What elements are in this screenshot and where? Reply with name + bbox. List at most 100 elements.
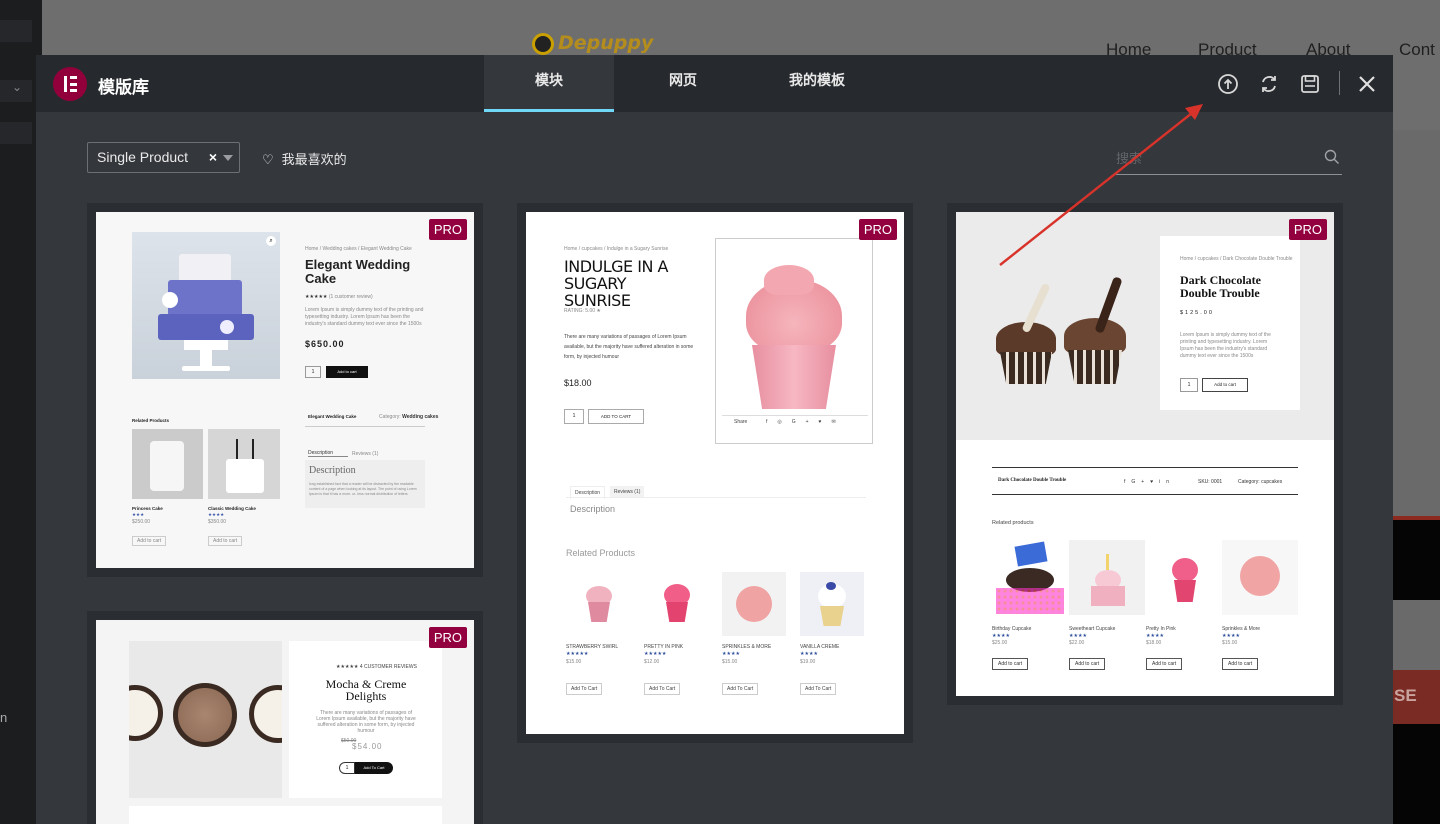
qty-input: 1 bbox=[305, 366, 321, 378]
product-title: Dark Chocolate Double Trouble bbox=[1180, 273, 1261, 300]
related-image-vanilla-creme bbox=[800, 572, 864, 636]
product-price: $650.00 bbox=[305, 339, 345, 349]
related-price: $15.00 bbox=[722, 659, 738, 665]
reviews-tab: Reviews (1) bbox=[352, 451, 379, 457]
related-rating: ★★★★ bbox=[992, 633, 1010, 639]
rating: RATING: 5.00 ★ bbox=[564, 308, 601, 314]
upload-icon[interactable] bbox=[1217, 73, 1239, 95]
related-cta: Add to cart bbox=[1069, 658, 1106, 670]
related-price: $25.00 bbox=[992, 640, 1008, 646]
pro-badge: PRO bbox=[858, 219, 897, 240]
related-image-pretty-in-pink bbox=[1146, 540, 1222, 615]
breadcrumb: Home / cupcakes / Indulge in a Sugary Su… bbox=[564, 246, 669, 252]
related-rating: ★★★★ bbox=[1222, 633, 1240, 639]
category-filter-select[interactable]: Single Product × bbox=[87, 142, 240, 173]
related-rating: ★★★★ bbox=[1146, 633, 1164, 639]
bg-nav-contact: Cont bbox=[1399, 40, 1435, 59]
related-price: $12.00 bbox=[644, 659, 660, 665]
lower-section bbox=[129, 806, 442, 824]
share-label: Share bbox=[734, 419, 748, 425]
product-desc: Lorem Ipsum is simply dummy text of the … bbox=[1180, 332, 1271, 359]
close-icon[interactable] bbox=[1356, 73, 1378, 95]
breadcrumb: Home / cupcakes / Dark Chocolate Double … bbox=[1180, 256, 1293, 262]
save-icon[interactable] bbox=[1299, 73, 1321, 95]
related-price: $19.00 bbox=[800, 659, 816, 665]
related-image-pretty-in-pink bbox=[644, 572, 708, 636]
related-rating: ★★★ bbox=[132, 512, 145, 517]
tab-blocks[interactable]: 模块 bbox=[484, 55, 614, 112]
cupcake-image: Share f◎G+♥✉ bbox=[715, 238, 873, 444]
pro-badge: PRO bbox=[428, 627, 467, 648]
qty-input: 1 bbox=[339, 762, 355, 774]
favorites-filter[interactable]: ♡ 我最喜欢的 bbox=[262, 149, 347, 168]
related-image-sprinkles bbox=[722, 572, 786, 636]
add-to-cart-button: Add to cart bbox=[326, 366, 368, 378]
product-title: Mocha & Creme Delights bbox=[325, 677, 407, 703]
related-heading: Related Products bbox=[132, 418, 170, 423]
divider bbox=[305, 426, 425, 427]
related-image-strawberry-swirl bbox=[566, 572, 630, 636]
social-icons: fG+♥in bbox=[1124, 479, 1176, 485]
heart-icon: ♡ bbox=[262, 153, 274, 168]
filter-value: Single Product bbox=[97, 149, 189, 165]
divider bbox=[992, 494, 1298, 495]
meta-product-name: Elegant Wedding Cake bbox=[308, 414, 357, 419]
sku: SKU: 0001 bbox=[1198, 479, 1223, 485]
related-name: Birthday Cupcake bbox=[992, 626, 1032, 632]
mocha-cupcakes-image bbox=[129, 641, 282, 798]
related-name: PRETTY IN PINK bbox=[644, 644, 684, 650]
template-card-sugary-sunrise[interactable]: PRO Home / cupcakes / Indulge in a Sugar… bbox=[517, 203, 913, 743]
add-to-cart-button: Add To Cart bbox=[355, 762, 393, 774]
related-cta: Add To Cart bbox=[800, 683, 837, 695]
related-rating: ★★★★ bbox=[800, 651, 818, 657]
background-left-fragment: n bbox=[0, 710, 8, 725]
chocolate-cupcakes-image bbox=[986, 272, 1136, 392]
tab-my-templates[interactable]: 我的模板 bbox=[752, 55, 882, 112]
related-cta: Add to cart bbox=[992, 658, 1029, 670]
template-card-mocha-creme[interactable]: PRO ★★★★★ 4 CUSTOMER REVIEWS Mocha & Cre… bbox=[87, 611, 483, 824]
product-title: INDULGE IN A SUGARY SUNRISE bbox=[564, 257, 668, 310]
related-price: $22.00 bbox=[1069, 640, 1085, 646]
product-price: $18.00 bbox=[564, 378, 592, 388]
related-cta: Add to cart bbox=[132, 536, 167, 546]
template-card-wedding-cake[interactable]: PRO ⌕ Home / Wedding cakes / Elegant Wed… bbox=[87, 203, 483, 577]
related-cta: Add To Cart bbox=[722, 683, 759, 695]
reviews-label: ★★★★★ 4 CUSTOMER REVIEWS bbox=[336, 664, 417, 670]
tab-pages[interactable]: 网页 bbox=[618, 55, 748, 112]
related-rating: ★★★★★ bbox=[566, 651, 589, 657]
template-library-modal: 模版库 模块 网页 我的模板 Single Product × ♡ 我最喜欢的 bbox=[36, 55, 1393, 824]
product-desc: There are many variations of passages of… bbox=[316, 710, 416, 734]
related-rating: ★★★★ bbox=[1069, 633, 1087, 639]
clear-filter-icon[interactable]: × bbox=[209, 143, 217, 172]
desc-heading: Description bbox=[309, 465, 356, 476]
related-image-birthday-cupcake bbox=[992, 540, 1068, 615]
related-heading: Related products bbox=[992, 520, 1034, 526]
related-image-sweetheart-cupcake bbox=[1069, 540, 1145, 615]
sync-icon[interactable] bbox=[1258, 73, 1280, 95]
related-image-princess-cake bbox=[132, 429, 203, 499]
modal-header: 模版库 模块 网页 我的模板 bbox=[36, 55, 1393, 112]
related-name: Classic Wedding Cake bbox=[208, 506, 256, 511]
desc-tab: Description bbox=[308, 450, 348, 457]
related-cta: Add To Cart bbox=[644, 683, 681, 695]
desc-heading: Description bbox=[570, 504, 616, 514]
related-name: Sprinkles & More bbox=[1222, 626, 1261, 632]
breadcrumb: Home / Wedding cakes / Elegant Wedding C… bbox=[305, 246, 412, 252]
caret-down-icon bbox=[223, 155, 233, 161]
related-image-sprinkles bbox=[1222, 540, 1298, 615]
related-price: $18.00 bbox=[1146, 640, 1162, 646]
desc-body: long established fact that a reader will… bbox=[309, 482, 417, 496]
divider bbox=[992, 467, 1298, 468]
meta-category: Category: Wedding cakes bbox=[379, 414, 439, 420]
product-title: Elegant Wedding Cake bbox=[305, 257, 411, 286]
search-input[interactable] bbox=[1116, 149, 1316, 169]
related-rating: ★★★★ bbox=[208, 512, 225, 517]
elementor-logo-icon bbox=[53, 67, 87, 101]
related-name: SPRINKLES & MORE bbox=[722, 644, 772, 650]
template-card-dark-chocolate[interactable]: PRO Home / cupcakes / Dark Chocolate Dou… bbox=[947, 203, 1343, 705]
search-icon[interactable] bbox=[1324, 149, 1340, 165]
qty-input: 1 bbox=[1180, 378, 1198, 392]
favorites-label: 我最喜欢的 bbox=[281, 153, 347, 168]
related-cta: Add to cart bbox=[1146, 658, 1183, 670]
product-desc: There are many variations of passages of… bbox=[564, 334, 694, 360]
